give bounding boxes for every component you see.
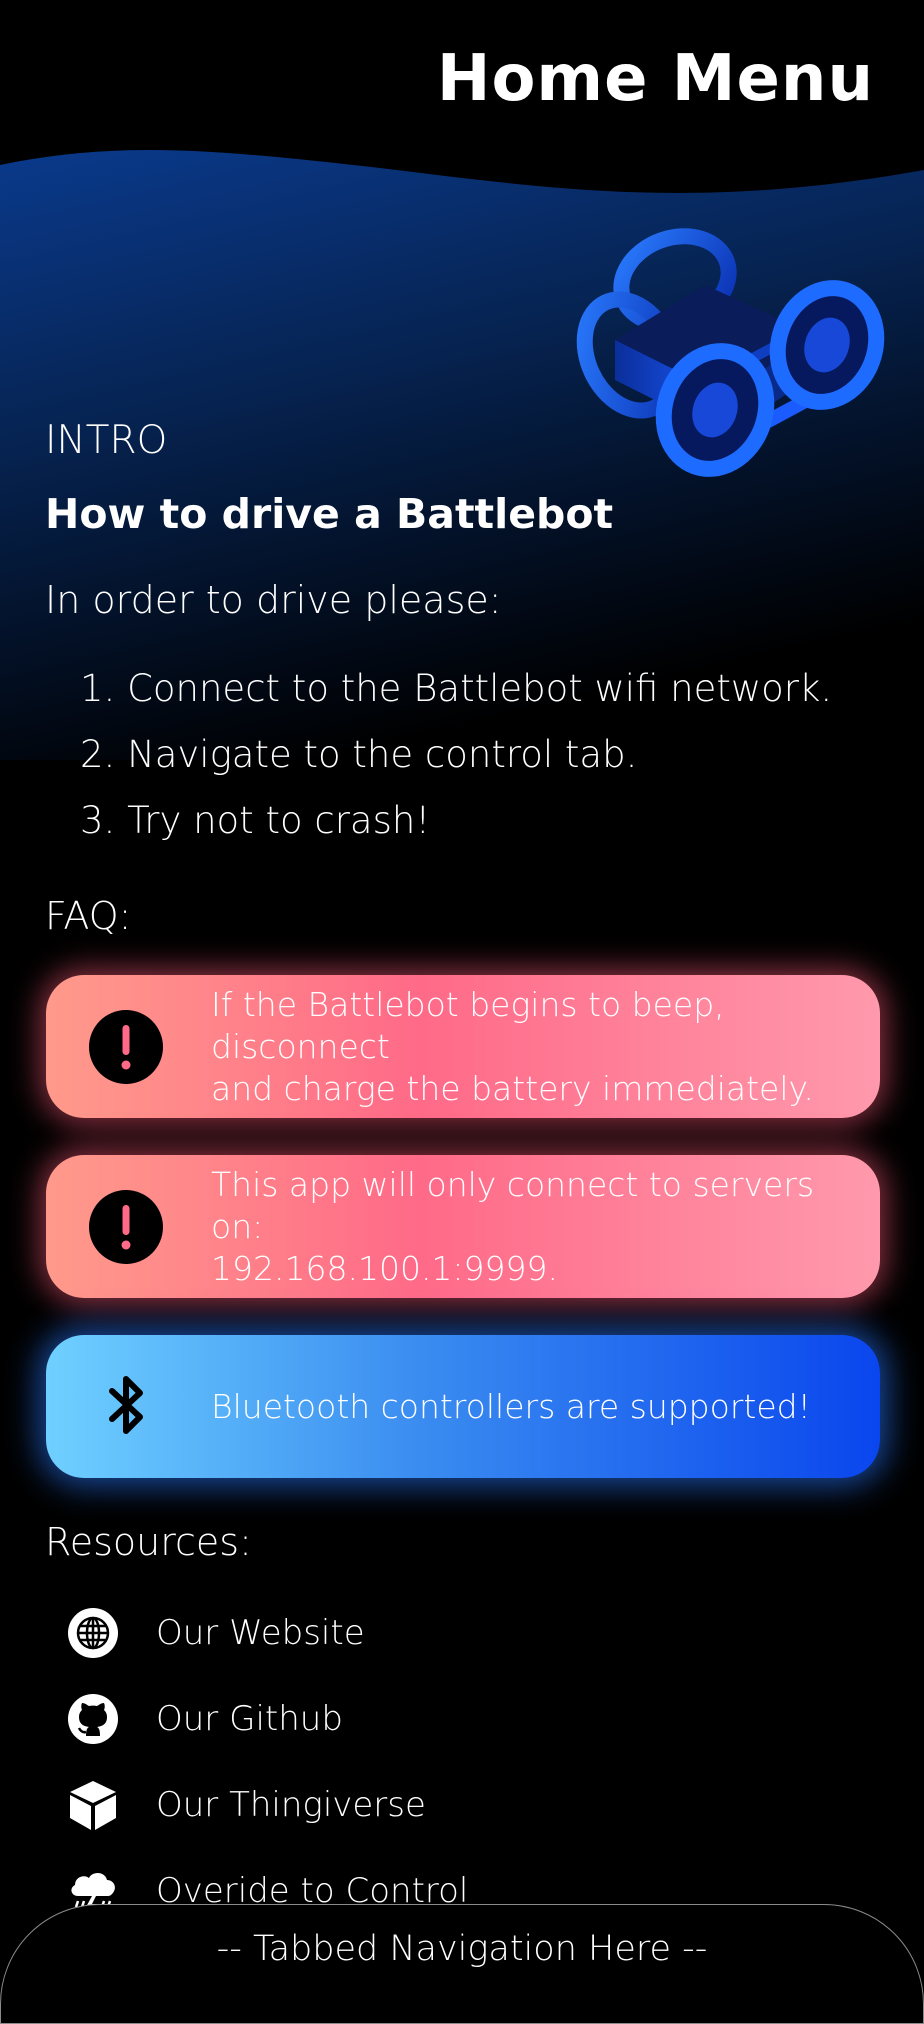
bluetooth-icon bbox=[109, 1375, 143, 1434]
resources-list: Our Website Our Github Our Thingiverse O… bbox=[66, 1590, 766, 1934]
faq-section-label: FAQ: bbox=[45, 894, 132, 938]
faq-card-text: If the Battlebot begins to beep, disconn… bbox=[211, 984, 850, 1110]
intro-title: How to drive a Battlebot bbox=[45, 490, 614, 538]
resource-link-github[interactable]: Our Github bbox=[66, 1676, 766, 1762]
step-item: 1. Connect to the Battlebot wifi network… bbox=[80, 667, 833, 710]
faq-card-server-warning: This app will only connect to servers on… bbox=[46, 1155, 880, 1298]
faq-card-beep-warning: If the Battlebot begins to beep, disconn… bbox=[46, 975, 880, 1118]
driving-steps-list: 1. Connect to the Battlebot wifi network… bbox=[80, 664, 832, 862]
resource-label: Our Github bbox=[156, 1699, 343, 1739]
faq-card-text: This app will only connect to servers on… bbox=[211, 1164, 850, 1290]
resource-label: Our Website bbox=[156, 1613, 365, 1653]
tab-navigation-placeholder: -- Tabbed Navigation Here -- bbox=[216, 1929, 708, 1969]
github-icon bbox=[68, 1694, 118, 1744]
intro-lead-text: In order to drive please: bbox=[45, 578, 502, 622]
cube-icon bbox=[70, 1781, 116, 1830]
resource-link-thingiverse[interactable]: Our Thingiverse bbox=[66, 1762, 766, 1848]
step-item: 3. Try not to crash! bbox=[80, 799, 431, 842]
exclamation-icon bbox=[89, 1189, 163, 1264]
faq-card-bluetooth-info: Bluetooth controllers are supported! bbox=[46, 1335, 880, 1478]
resources-section-label: Resources: bbox=[45, 1520, 252, 1564]
step-item: 2. Navigate to the control tab. bbox=[80, 733, 638, 776]
faq-card-line: Bluetooth controllers are supported! bbox=[211, 1386, 811, 1426]
battlebot-illustration bbox=[576, 228, 885, 477]
faq-card-line: 192.168.100.1:9999. bbox=[211, 1248, 559, 1288]
faq-card-line: This app will only connect to servers on… bbox=[211, 1164, 815, 1246]
faq-card-text: Bluetooth controllers are supported! bbox=[211, 1386, 850, 1428]
faq-card-line: and charge the battery immediately. bbox=[211, 1068, 814, 1108]
intro-section-label: INTRO bbox=[45, 418, 168, 463]
exclamation-icon bbox=[89, 1009, 163, 1084]
resource-link-website[interactable]: Our Website bbox=[66, 1590, 766, 1676]
page-title: Home Menu bbox=[436, 42, 874, 116]
faq-card-line: If the Battlebot begins to beep, disconn… bbox=[211, 984, 725, 1066]
globe-icon bbox=[68, 1608, 118, 1658]
resource-label: Our Thingiverse bbox=[156, 1785, 426, 1825]
tab-navigation-bar[interactable]: -- Tabbed Navigation Here -- bbox=[0, 1904, 924, 2024]
